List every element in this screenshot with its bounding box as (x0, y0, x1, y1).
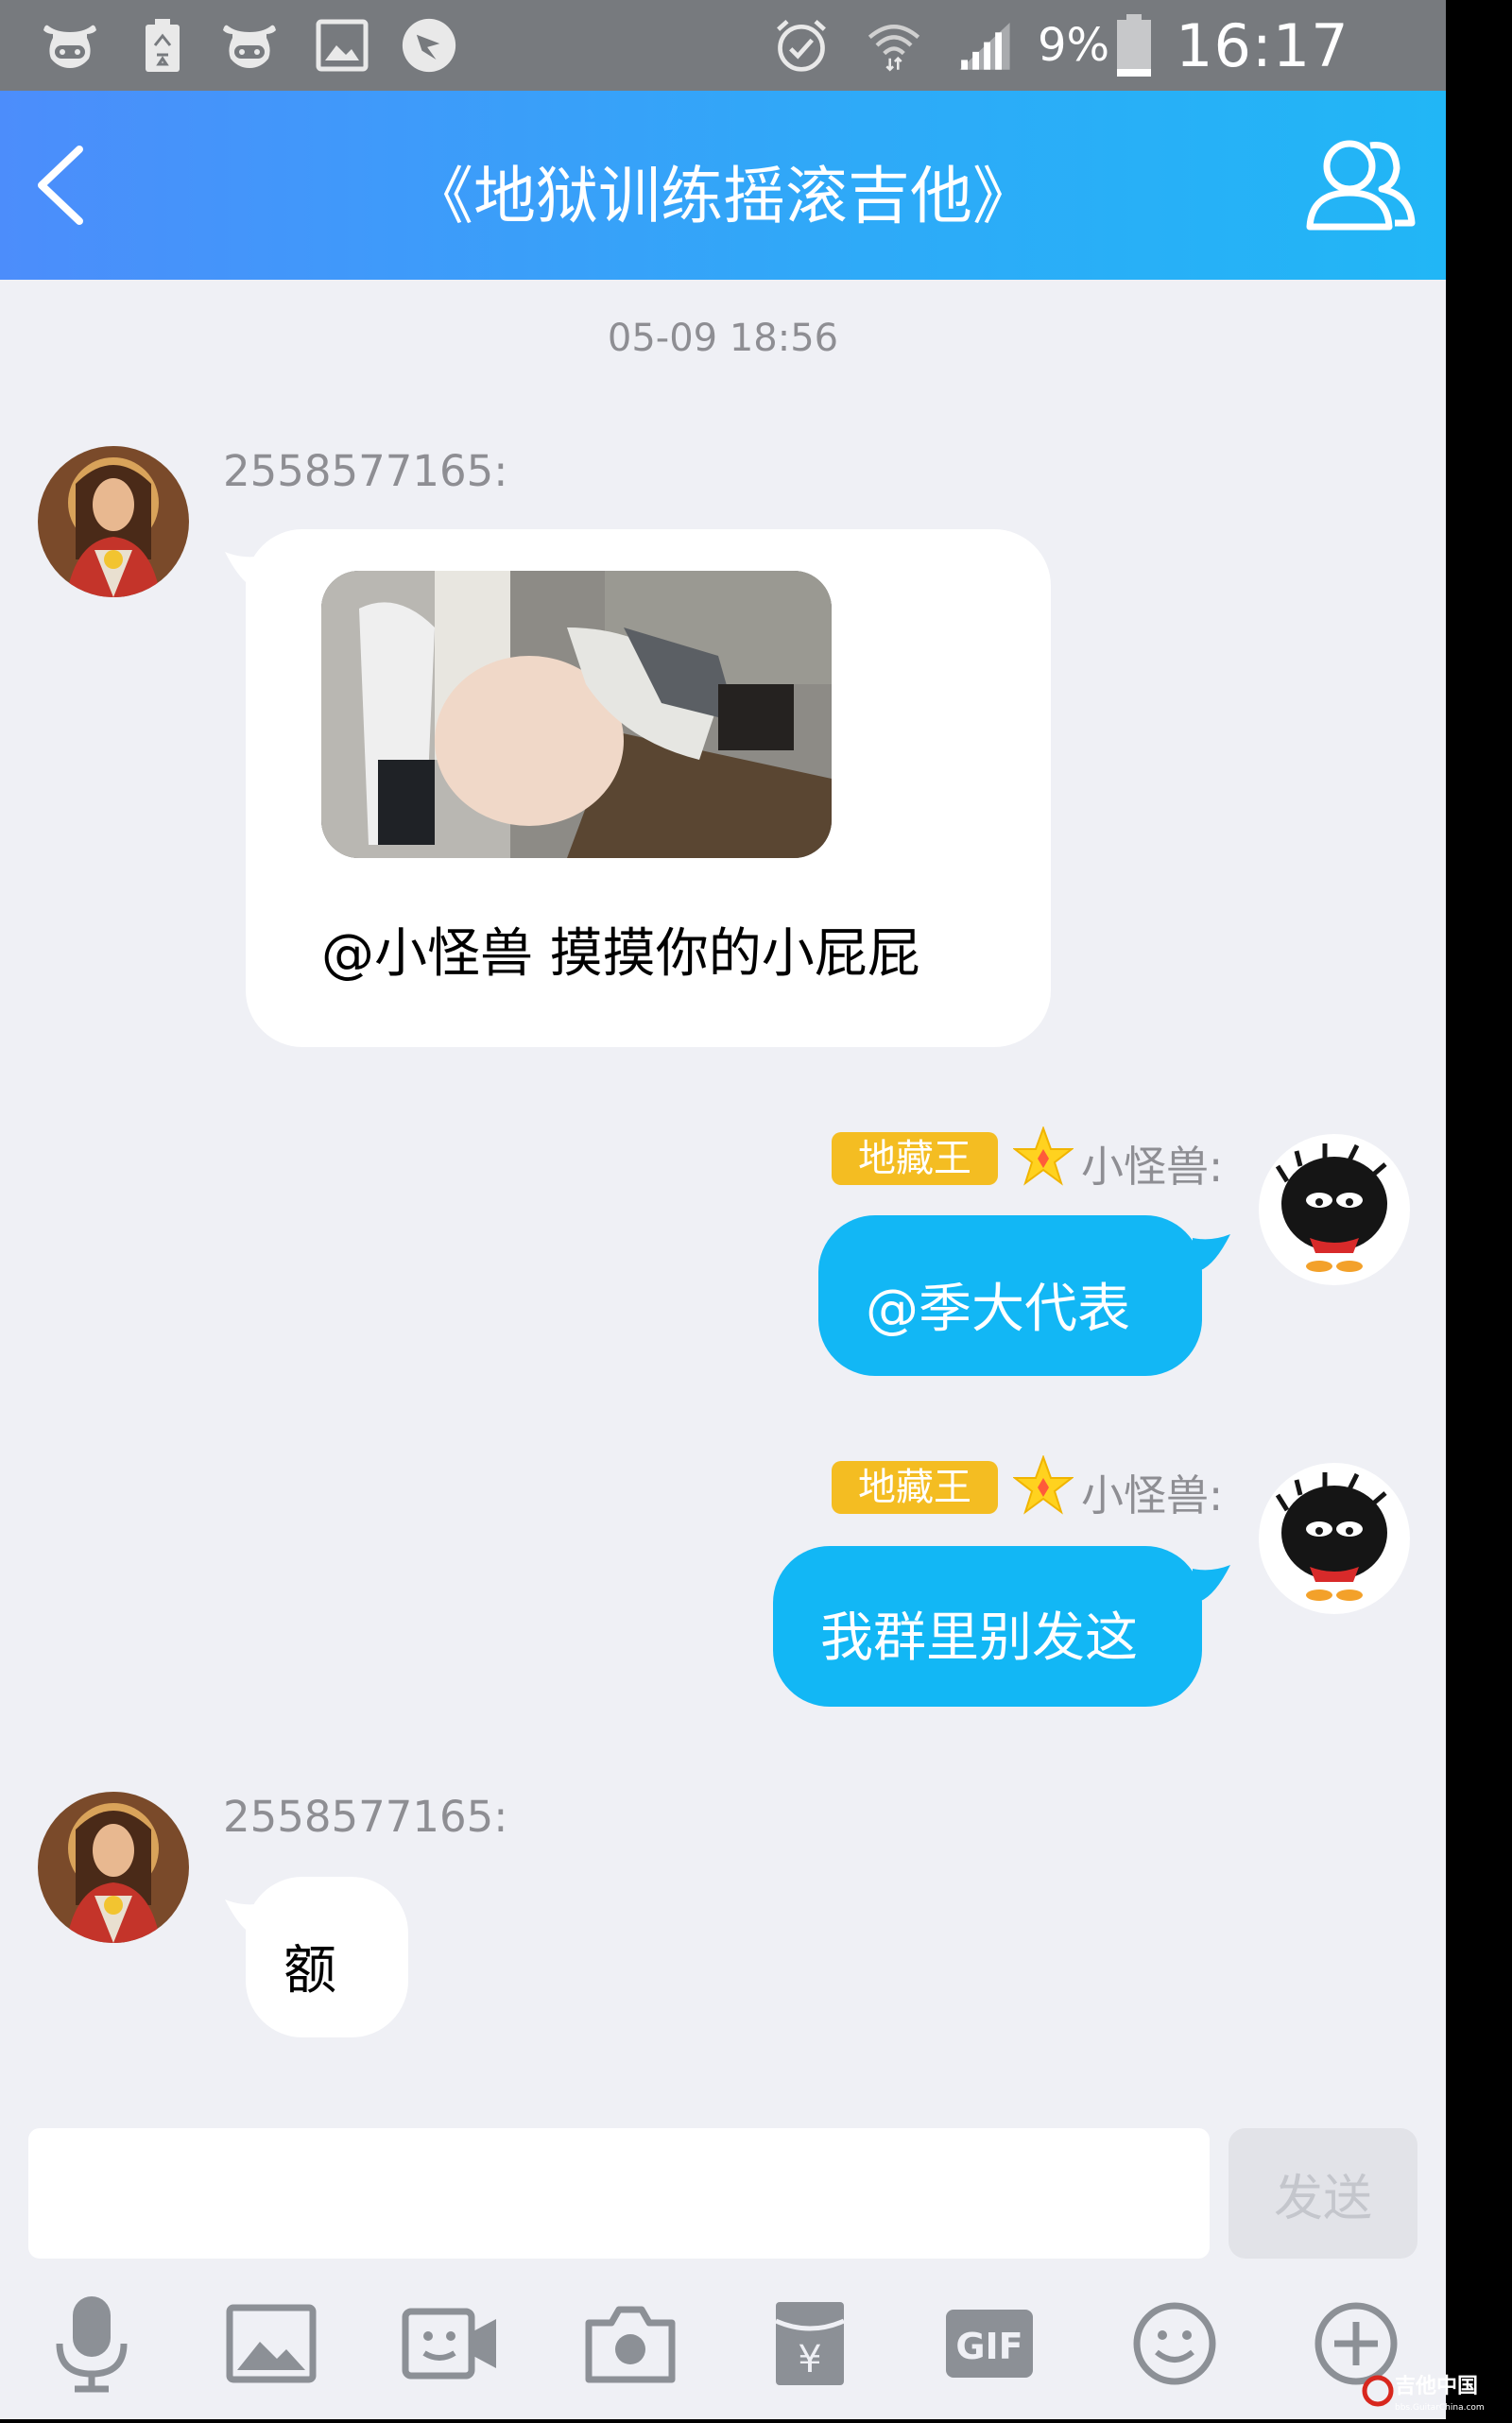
sender-name: 2558577165: (223, 1792, 508, 1842)
battery-percent: 9% (1038, 19, 1110, 72)
svg-text:GIF: GIF (955, 2326, 1022, 2367)
image-icon (314, 17, 370, 74)
attached-image[interactable] (321, 571, 832, 858)
cow-icon (221, 17, 278, 74)
battery-saver-icon (134, 17, 191, 74)
chat-screen: 9% 16:17 《地狱训练摇滚吉他》 05-09 18:56 25585771… (0, 0, 1446, 2419)
sender-name: 2558577165: (223, 446, 508, 496)
member-title-badge: 地藏王 (832, 1461, 998, 1514)
voice-button[interactable] (40, 2292, 144, 2396)
avatar[interactable] (38, 446, 189, 597)
battery-icon (1106, 13, 1162, 79)
watermark-logo: 吉他中国 bbs.GuitarChina.com (1362, 2374, 1485, 2413)
avatar-penguin-icon (1259, 1134, 1410, 1285)
red-packet-button[interactable]: ¥ (758, 2292, 862, 2396)
video-call-button[interactable] (399, 2292, 503, 2396)
message-bubble[interactable]: @小怪兽 摸摸你的小屁屁 (246, 529, 1051, 1047)
svg-text:bbs.GuitarChina.com: bbs.GuitarChina.com (1395, 2403, 1485, 2413)
emoji-button[interactable] (1123, 2292, 1227, 2396)
bubble-tail (1193, 1234, 1230, 1272)
avatar-portrait-icon (38, 446, 189, 597)
member-title-badge: 地藏王 (832, 1132, 998, 1185)
right-edge (1446, 0, 1512, 2419)
avatar-penguin-icon (1259, 1463, 1410, 1614)
svg-text:吉他中国: 吉他中国 (1395, 2374, 1478, 2398)
message-text: @季大代表 (866, 1279, 1130, 1340)
message-text: @小怪兽 摸摸你的小屁屁 (321, 923, 920, 985)
site-watermark: 吉他中国 bbs.GuitarChina.com (1361, 2363, 1512, 2419)
message-timestamp: 05-09 18:56 (607, 317, 839, 360)
avatar[interactable] (38, 1792, 189, 1943)
sender-name: 小怪兽: (1081, 1470, 1224, 1521)
star-icon (1013, 1126, 1074, 1186)
status-bar: 9% 16:17 (0, 0, 1446, 91)
back-button[interactable] (26, 140, 102, 231)
message-text: 额 (284, 1940, 336, 2002)
sender-name: 小怪兽: (1081, 1142, 1224, 1192)
avatar[interactable] (1259, 1134, 1410, 1285)
chat-title: 《地狱训练摇滚吉他》 (411, 160, 1035, 232)
avatar-portrait-icon (38, 1792, 189, 1943)
image-icon (226, 2304, 317, 2383)
message-bubble[interactable]: 额 (246, 1877, 408, 2037)
star-icon (1013, 1455, 1074, 1515)
emoji-icon (1133, 2302, 1216, 2385)
message-text: 我群里别发这 (820, 1607, 1138, 1669)
message-bubble[interactable]: @季大代表 (818, 1215, 1202, 1376)
gif-icon: GIF (946, 2310, 1033, 2378)
chevron-left-icon (38, 146, 83, 225)
clock: 16:17 (1176, 11, 1349, 80)
group-members-icon (1306, 140, 1416, 231)
microphone-icon (56, 2296, 128, 2393)
message-input-field[interactable] (47, 2147, 1185, 2240)
camera-icon (585, 2306, 676, 2383)
cow-icon (42, 17, 98, 74)
wifi-icon (866, 17, 922, 74)
signal-icon (956, 17, 1013, 74)
camera-button[interactable] (578, 2292, 682, 2396)
photo-button[interactable] (219, 2292, 323, 2396)
send-button[interactable]: 发送 (1228, 2128, 1418, 2259)
gif-button[interactable]: GIF (937, 2292, 1041, 2396)
group-members-button[interactable] (1304, 132, 1418, 236)
message-bubble[interactable]: 我群里别发这 (773, 1546, 1202, 1707)
video-call-icon (402, 2308, 496, 2380)
alarm-icon (773, 17, 830, 74)
title-bar: 《地狱训练摇滚吉他》 (0, 91, 1446, 280)
message-input[interactable] (28, 2128, 1210, 2259)
avatar[interactable] (1259, 1463, 1410, 1614)
svg-text:¥: ¥ (798, 2338, 821, 2381)
image-thumbnail (321, 571, 832, 858)
bubble-tail (1193, 1565, 1230, 1603)
dragonfly-icon (401, 17, 457, 74)
red-packet-icon: ¥ (774, 2302, 846, 2385)
